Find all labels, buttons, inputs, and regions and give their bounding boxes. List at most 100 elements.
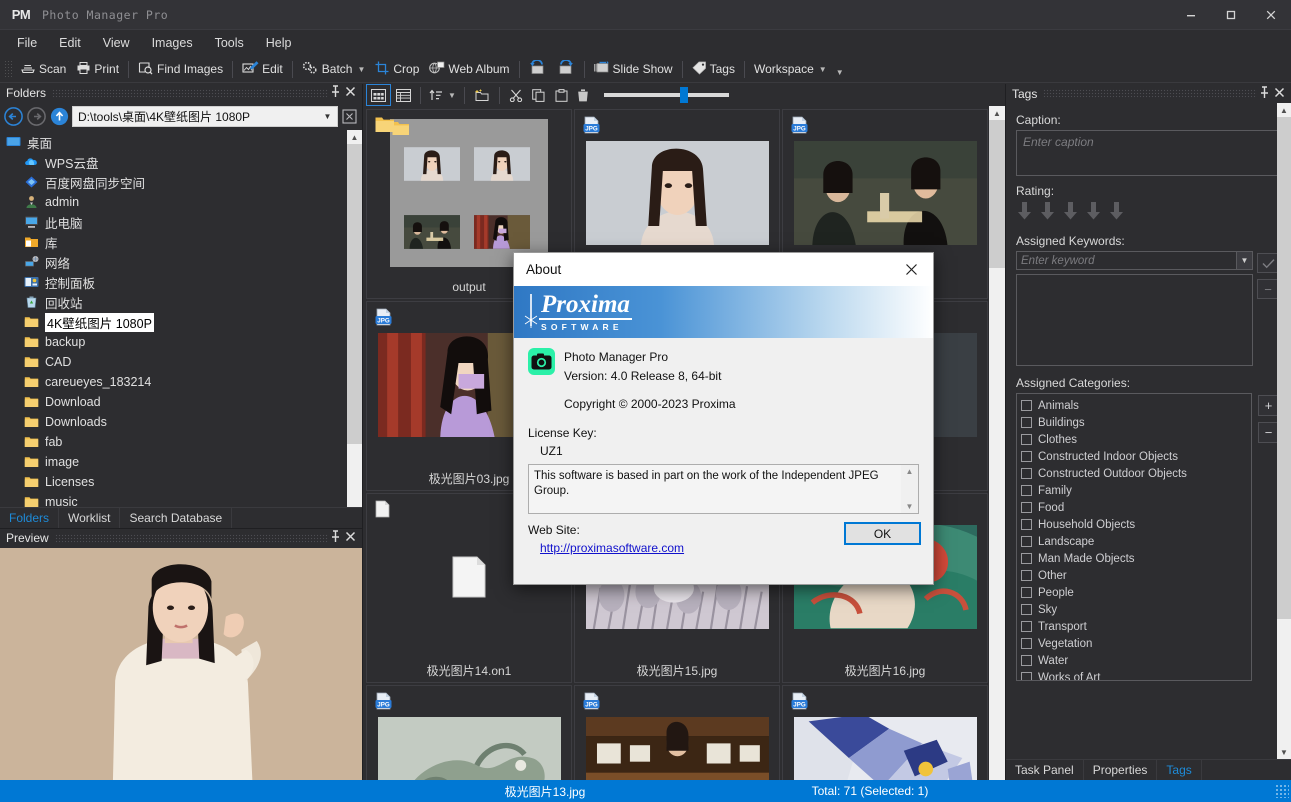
license-notice-scrollbar[interactable]: ▲ ▼: [901, 465, 918, 513]
thumbnail-scrollbar[interactable]: ▲: [989, 106, 1005, 780]
category-checkbox[interactable]: [1021, 570, 1032, 581]
category-checkbox[interactable]: [1021, 468, 1032, 479]
maximize-button[interactable]: [1211, 0, 1251, 30]
keyword-confirm-button[interactable]: [1257, 253, 1279, 273]
folder-tree-scrollbar[interactable]: ▲: [347, 130, 362, 507]
up-button[interactable]: [49, 106, 70, 127]
copy-button[interactable]: [528, 84, 550, 106]
web-album-button[interactable]: Web Album: [424, 58, 514, 80]
menu-view[interactable]: View: [92, 32, 141, 54]
crop-button[interactable]: Crop: [370, 58, 424, 80]
folders-close-icon[interactable]: [343, 86, 358, 100]
scroll-up-icon[interactable]: ▲: [989, 106, 1005, 120]
tree-item-1[interactable]: WPS云盘: [2, 152, 362, 172]
category-row[interactable]: Animals: [1021, 397, 1251, 414]
thumbnail-item[interactable]: JPG: [574, 685, 780, 780]
chevron-down-icon[interactable]: ▼: [1236, 252, 1252, 269]
scrollbar-thumb[interactable]: [1277, 117, 1291, 619]
scroll-up-icon[interactable]: ▲: [347, 130, 362, 145]
category-checkbox[interactable]: [1021, 417, 1032, 428]
tree-item-7[interactable]: 控制面板: [2, 272, 362, 292]
category-checkbox[interactable]: [1021, 451, 1032, 462]
scroll-up-icon[interactable]: ▲: [1277, 103, 1291, 117]
tab-task-panel[interactable]: Task Panel: [1006, 760, 1084, 780]
tree-item-4[interactable]: 此电脑: [2, 212, 362, 232]
rating-stars[interactable]: [1016, 201, 1279, 226]
thumbnail-item[interactable]: JPG: [366, 685, 572, 780]
license-notice-box[interactable]: This software is based in part on the wo…: [528, 464, 919, 514]
preview-image[interactable]: [0, 547, 362, 781]
tree-item-12[interactable]: careueyes_183214: [2, 372, 362, 392]
scroll-down-icon[interactable]: ▼: [906, 502, 914, 511]
thumbnail-view-button[interactable]: [366, 84, 391, 106]
category-checkbox[interactable]: [1021, 485, 1032, 496]
folders-panel-gripdots[interactable]: [52, 88, 328, 98]
thumbnail-item[interactable]: JPG: [782, 685, 988, 780]
folders-pin-icon[interactable]: [328, 85, 343, 101]
tree-item-15[interactable]: fab: [2, 432, 362, 452]
category-checkbox[interactable]: [1021, 621, 1032, 632]
category-row[interactable]: Transport: [1021, 618, 1251, 635]
rating-star-1[interactable]: [1016, 201, 1033, 226]
preview-pin-icon[interactable]: [328, 530, 343, 546]
minimize-button[interactable]: [1171, 0, 1211, 30]
category-row[interactable]: Man Made Objects: [1021, 550, 1251, 567]
category-row[interactable]: Buildings: [1021, 414, 1251, 431]
zoom-slider[interactable]: [603, 87, 729, 103]
category-checkbox[interactable]: [1021, 604, 1032, 615]
batch-button[interactable]: Batch ▼: [297, 58, 371, 80]
category-checkbox[interactable]: [1021, 536, 1032, 547]
find-images-button[interactable]: Find Images: [133, 58, 228, 80]
edit-button[interactable]: Edit: [237, 58, 288, 80]
tags-close-icon[interactable]: [1272, 87, 1287, 101]
tree-item-3[interactable]: admin: [2, 192, 362, 212]
category-row[interactable]: Vegetation: [1021, 635, 1251, 652]
tree-item-13[interactable]: Download: [2, 392, 362, 412]
tags-pin-icon[interactable]: [1257, 85, 1272, 102]
ok-button[interactable]: OK: [844, 522, 921, 545]
menu-images[interactable]: Images: [141, 32, 204, 54]
tree-item-9[interactable]: 4K壁纸图片 1080P: [2, 311, 362, 333]
assigned-keywords-list[interactable]: [1016, 274, 1253, 366]
category-row[interactable]: People: [1021, 584, 1251, 601]
stop-button[interactable]: [340, 107, 359, 126]
tree-item-10[interactable]: backup: [2, 332, 362, 352]
tree-item-5[interactable]: 库: [2, 232, 362, 252]
tree-item-8[interactable]: 回收站: [2, 292, 362, 312]
menu-edit[interactable]: Edit: [48, 32, 92, 54]
scrollbar-thumb[interactable]: [989, 120, 1005, 268]
category-row[interactable]: Sky: [1021, 601, 1251, 618]
sort-button[interactable]: ▼: [426, 84, 459, 106]
scroll-down-icon[interactable]: ▼: [1277, 745, 1291, 759]
cut-button[interactable]: [505, 84, 527, 106]
remove-category-button[interactable]: −: [1258, 422, 1279, 443]
tab-properties[interactable]: Properties: [1084, 760, 1158, 780]
scroll-up-icon[interactable]: ▲: [906, 467, 914, 476]
chevron-down-icon[interactable]: ▼: [320, 112, 335, 121]
website-link[interactable]: http://proximasoftware.com: [540, 541, 684, 555]
category-checkbox[interactable]: [1021, 502, 1032, 513]
tree-item-0[interactable]: 桌面: [2, 132, 362, 152]
category-row[interactable]: Landscape: [1021, 533, 1251, 550]
category-row[interactable]: Constructed Outdoor Objects: [1021, 465, 1251, 482]
chevron-down-icon[interactable]: ▼: [357, 65, 365, 74]
rating-star-2[interactable]: [1039, 201, 1056, 226]
zoom-slider-thumb[interactable]: [679, 87, 688, 103]
menu-file[interactable]: File: [6, 32, 48, 54]
chevron-down-icon[interactable]: ▼: [448, 91, 456, 100]
path-input[interactable]: D:\tools\桌面\4K壁纸图片 1080P ▼: [72, 106, 338, 128]
category-row[interactable]: Clothes: [1021, 431, 1251, 448]
category-row[interactable]: Works of Art: [1021, 669, 1251, 680]
preview-close-icon[interactable]: [343, 531, 358, 545]
category-row[interactable]: Constructed Indoor Objects: [1021, 448, 1251, 465]
workspace-button[interactable]: Workspace ▼: [749, 58, 832, 80]
caption-input[interactable]: Enter caption: [1016, 130, 1279, 176]
toolbar-grip[interactable]: [4, 60, 12, 78]
tags-panel-gripdots[interactable]: [1043, 89, 1257, 98]
category-checkbox[interactable]: [1021, 400, 1032, 411]
keyword-input[interactable]: Enter keyword ▼: [1016, 251, 1253, 270]
tree-item-18[interactable]: music: [2, 492, 362, 507]
forward-button[interactable]: [26, 106, 47, 127]
tree-item-17[interactable]: Licenses: [2, 472, 362, 492]
preview-panel-gripdots[interactable]: [54, 533, 328, 543]
